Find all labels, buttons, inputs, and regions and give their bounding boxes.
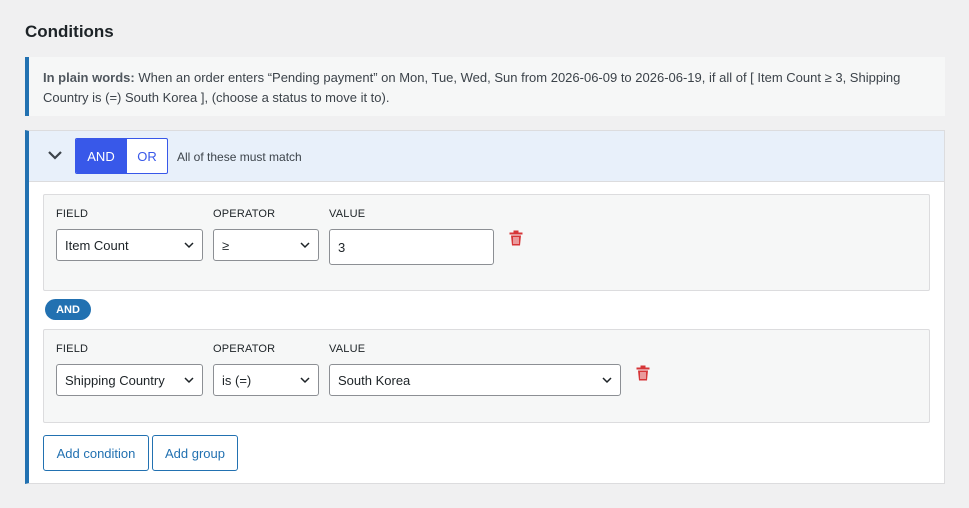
operator-select[interactable]: ≥ — [213, 229, 319, 261]
chevron-down-icon — [300, 242, 310, 249]
logic-toggle: AND OR — [75, 138, 168, 174]
add-group-button[interactable]: Add group — [152, 435, 238, 471]
value-input-text: 3 — [338, 239, 346, 255]
page-title: Conditions — [25, 22, 114, 41]
plain-words-summary: In plain words: When an order enters “Pe… — [25, 57, 945, 116]
field-select-value: Item Count — [65, 237, 129, 253]
condition-row: FIELD OPERATOR VALUE Item Count ≥ 3 — [43, 194, 930, 291]
field-select-value: Shipping Country — [65, 372, 165, 388]
trash-icon[interactable] — [636, 365, 650, 381]
trash-icon[interactable] — [509, 230, 523, 246]
operator-label: OPERATOR — [213, 208, 276, 220]
operator-label: OPERATOR — [213, 343, 276, 355]
add-condition-button[interactable]: Add condition — [43, 435, 149, 471]
group-header: AND OR All of these must match — [29, 131, 944, 182]
chevron-down-icon — [602, 377, 612, 384]
value-label: VALUE — [329, 343, 366, 355]
chevron-down-icon[interactable] — [47, 149, 63, 161]
chevron-down-icon — [184, 242, 194, 249]
and-toggle-button[interactable]: AND — [76, 139, 126, 173]
chevron-down-icon — [300, 377, 310, 384]
field-label: FIELD — [56, 208, 89, 220]
value-select[interactable]: South Korea — [329, 364, 621, 396]
field-label: FIELD — [56, 343, 89, 355]
operator-select[interactable]: is (=) — [213, 364, 319, 396]
value-select-value: South Korea — [338, 372, 411, 388]
match-note: All of these must match — [177, 150, 302, 164]
condition-group: AND OR All of these must match FIELD OPE… — [25, 130, 945, 484]
summary-text: When an order enters “Pending payment” o… — [43, 70, 901, 105]
chevron-down-icon — [184, 377, 194, 384]
operator-select-value: is (=) — [222, 372, 252, 388]
field-select[interactable]: Shipping Country — [56, 364, 203, 396]
field-select[interactable]: Item Count — [56, 229, 203, 261]
connector-badge: AND — [45, 299, 91, 320]
value-label: VALUE — [329, 208, 366, 220]
condition-row: FIELD OPERATOR VALUE Shipping Country is… — [43, 329, 930, 423]
summary-lead: In plain words: — [43, 70, 135, 85]
operator-select-value: ≥ — [222, 237, 230, 253]
or-toggle-button[interactable]: OR — [126, 139, 167, 173]
value-input[interactable]: 3 — [329, 229, 494, 265]
